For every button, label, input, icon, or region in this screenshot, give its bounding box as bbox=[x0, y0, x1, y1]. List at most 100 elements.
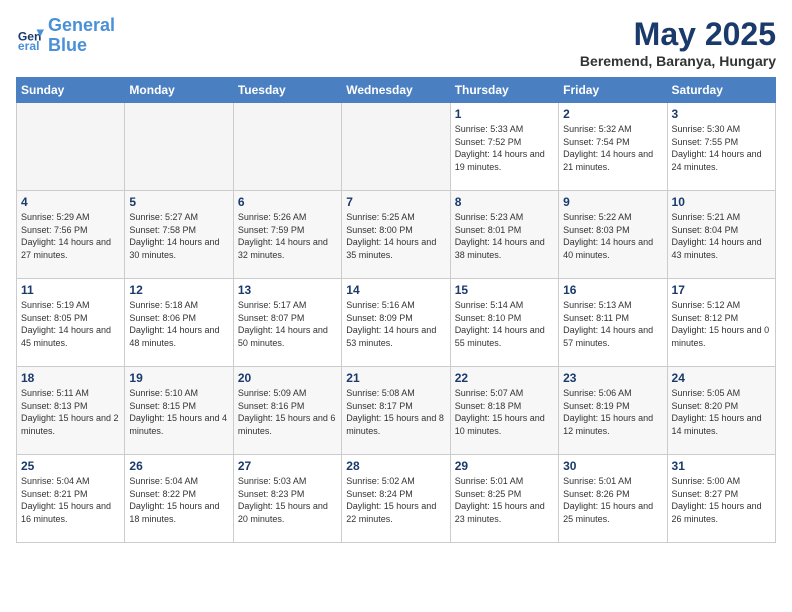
day-number: 16 bbox=[563, 283, 662, 297]
logo-icon: Gen eral bbox=[16, 22, 44, 50]
day-info: Sunrise: 5:04 AMSunset: 8:21 PMDaylight:… bbox=[21, 475, 120, 525]
day-cell: 30 Sunrise: 5:01 AMSunset: 8:26 PMDayligh… bbox=[559, 455, 667, 543]
day-cell: 19 Sunrise: 5:10 AMSunset: 8:15 PMDayligh… bbox=[125, 367, 233, 455]
day-info: Sunrise: 5:32 AMSunset: 7:54 PMDaylight:… bbox=[563, 123, 662, 173]
day-cell: 16 Sunrise: 5:13 AMSunset: 8:11 PMDayligh… bbox=[559, 279, 667, 367]
day-info: Sunrise: 5:13 AMSunset: 8:11 PMDaylight:… bbox=[563, 299, 662, 349]
day-number: 8 bbox=[455, 195, 554, 209]
day-cell: 28 Sunrise: 5:02 AMSunset: 8:24 PMDayligh… bbox=[342, 455, 450, 543]
day-number: 27 bbox=[238, 459, 337, 473]
svg-text:eral: eral bbox=[18, 39, 40, 50]
day-cell: 12 Sunrise: 5:18 AMSunset: 8:06 PMDayligh… bbox=[125, 279, 233, 367]
day-info: Sunrise: 5:18 AMSunset: 8:06 PMDaylight:… bbox=[129, 299, 228, 349]
day-cell: 29 Sunrise: 5:01 AMSunset: 8:25 PMDayligh… bbox=[450, 455, 558, 543]
location-title: Beremend, Baranya, Hungary bbox=[580, 53, 776, 69]
day-number: 29 bbox=[455, 459, 554, 473]
day-info: Sunrise: 5:23 AMSunset: 8:01 PMDaylight:… bbox=[455, 211, 554, 261]
day-cell: 18 Sunrise: 5:11 AMSunset: 8:13 PMDayligh… bbox=[17, 367, 125, 455]
day-number: 3 bbox=[672, 107, 771, 121]
day-info: Sunrise: 5:10 AMSunset: 8:15 PMDaylight:… bbox=[129, 387, 228, 437]
logo-text-line1: General bbox=[48, 16, 115, 36]
day-number: 12 bbox=[129, 283, 228, 297]
day-cell: 23Sunrise: 5:06 AMSunset: 8:19 PMDayligh… bbox=[559, 367, 667, 455]
day-info: Sunrise: 5:02 AMSunset: 8:24 PMDaylight:… bbox=[346, 475, 445, 525]
week-row-4: 18 Sunrise: 5:11 AMSunset: 8:13 PMDayligh… bbox=[17, 367, 776, 455]
day-number: 30 bbox=[563, 459, 662, 473]
page-header: Gen eral General Blue May 2025 Beremend,… bbox=[16, 16, 776, 69]
week-row-1: 1 Sunrise: 5:33 AMSunset: 7:52 PMDaylight… bbox=[17, 103, 776, 191]
week-row-2: 4Sunrise: 5:29 AMSunset: 7:56 PMDaylight… bbox=[17, 191, 776, 279]
week-row-5: 25 Sunrise: 5:04 AMSunset: 8:21 PMDayligh… bbox=[17, 455, 776, 543]
day-info: Sunrise: 5:06 AMSunset: 8:19 PMDaylight:… bbox=[563, 387, 662, 437]
day-info: Sunrise: 5:16 AMSunset: 8:09 PMDaylight:… bbox=[346, 299, 445, 349]
day-info: Sunrise: 5:22 AMSunset: 8:03 PMDaylight:… bbox=[563, 211, 662, 261]
day-cell: 6 Sunrise: 5:26 AMSunset: 7:59 PMDaylight… bbox=[233, 191, 341, 279]
day-cell: 31 Sunrise: 5:00 AMSunset: 8:27 PMDayligh… bbox=[667, 455, 775, 543]
day-cell: 25 Sunrise: 5:04 AMSunset: 8:21 PMDayligh… bbox=[17, 455, 125, 543]
day-cell: 15Sunrise: 5:14 AMSunset: 8:10 PMDayligh… bbox=[450, 279, 558, 367]
day-cell: 17Sunrise: 5:12 AMSunset: 8:12 PMDayligh… bbox=[667, 279, 775, 367]
logo-text-line2: Blue bbox=[48, 36, 115, 56]
title-block: May 2025 Beremend, Baranya, Hungary bbox=[580, 16, 776, 69]
day-cell: 26 Sunrise: 5:04 AMSunset: 8:22 PMDayligh… bbox=[125, 455, 233, 543]
header-sunday: Sunday bbox=[17, 78, 125, 103]
day-info: Sunrise: 5:01 AMSunset: 8:25 PMDaylight:… bbox=[455, 475, 554, 525]
header-friday: Friday bbox=[559, 78, 667, 103]
day-cell: 13Sunrise: 5:17 AMSunset: 8:07 PMDayligh… bbox=[233, 279, 341, 367]
day-number: 17 bbox=[672, 283, 771, 297]
calendar-header-row: SundayMondayTuesdayWednesdayThursdayFrid… bbox=[17, 78, 776, 103]
week-row-3: 11 Sunrise: 5:19 AMSunset: 8:05 PMDayligh… bbox=[17, 279, 776, 367]
logo: Gen eral General Blue bbox=[16, 16, 115, 56]
day-info: Sunrise: 5:08 AMSunset: 8:17 PMDaylight:… bbox=[346, 387, 445, 437]
day-info: Sunrise: 5:11 AMSunset: 8:13 PMDaylight:… bbox=[21, 387, 120, 437]
header-wednesday: Wednesday bbox=[342, 78, 450, 103]
day-number: 22 bbox=[455, 371, 554, 385]
day-number: 15 bbox=[455, 283, 554, 297]
day-cell: 2Sunrise: 5:32 AMSunset: 7:54 PMDaylight… bbox=[559, 103, 667, 191]
day-number: 25 bbox=[21, 459, 120, 473]
day-info: Sunrise: 5:00 AMSunset: 8:27 PMDaylight:… bbox=[672, 475, 771, 525]
day-number: 20 bbox=[238, 371, 337, 385]
day-number: 13 bbox=[238, 283, 337, 297]
day-number: 18 bbox=[21, 371, 120, 385]
day-cell: 24 Sunrise: 5:05 AMSunset: 8:20 PMDayligh… bbox=[667, 367, 775, 455]
day-number: 9 bbox=[563, 195, 662, 209]
day-cell: 20Sunrise: 5:09 AMSunset: 8:16 PMDayligh… bbox=[233, 367, 341, 455]
day-number: 31 bbox=[672, 459, 771, 473]
day-info: Sunrise: 5:26 AMSunset: 7:59 PMDaylight:… bbox=[238, 211, 337, 261]
header-saturday: Saturday bbox=[667, 78, 775, 103]
day-info: Sunrise: 5:01 AMSunset: 8:26 PMDaylight:… bbox=[563, 475, 662, 525]
day-info: Sunrise: 5:33 AMSunset: 7:52 PMDaylight:… bbox=[455, 123, 554, 173]
day-number: 26 bbox=[129, 459, 228, 473]
header-tuesday: Tuesday bbox=[233, 78, 341, 103]
day-cell bbox=[342, 103, 450, 191]
day-cell: 22 Sunrise: 5:07 AMSunset: 8:18 PMDayligh… bbox=[450, 367, 558, 455]
day-number: 21 bbox=[346, 371, 445, 385]
day-number: 6 bbox=[238, 195, 337, 209]
day-info: Sunrise: 5:07 AMSunset: 8:18 PMDaylight:… bbox=[455, 387, 554, 437]
day-info: Sunrise: 5:25 AMSunset: 8:00 PMDaylight:… bbox=[346, 211, 445, 261]
day-info: Sunrise: 5:04 AMSunset: 8:22 PMDaylight:… bbox=[129, 475, 228, 525]
day-cell bbox=[125, 103, 233, 191]
day-number: 24 bbox=[672, 371, 771, 385]
day-cell: 8 Sunrise: 5:23 AMSunset: 8:01 PMDaylight… bbox=[450, 191, 558, 279]
day-number: 7 bbox=[346, 195, 445, 209]
day-number: 5 bbox=[129, 195, 228, 209]
calendar-table: SundayMondayTuesdayWednesdayThursdayFrid… bbox=[16, 77, 776, 543]
day-info: Sunrise: 5:05 AMSunset: 8:20 PMDaylight:… bbox=[672, 387, 771, 437]
day-cell: 4Sunrise: 5:29 AMSunset: 7:56 PMDaylight… bbox=[17, 191, 125, 279]
day-cell bbox=[233, 103, 341, 191]
day-cell: 3Sunrise: 5:30 AMSunset: 7:55 PMDaylight… bbox=[667, 103, 775, 191]
day-info: Sunrise: 5:27 AMSunset: 7:58 PMDaylight:… bbox=[129, 211, 228, 261]
day-number: 11 bbox=[21, 283, 120, 297]
day-number: 1 bbox=[455, 107, 554, 121]
day-cell bbox=[17, 103, 125, 191]
day-info: Sunrise: 5:29 AMSunset: 7:56 PMDaylight:… bbox=[21, 211, 120, 261]
day-info: Sunrise: 5:21 AMSunset: 8:04 PMDaylight:… bbox=[672, 211, 771, 261]
day-cell: 1 Sunrise: 5:33 AMSunset: 7:52 PMDaylight… bbox=[450, 103, 558, 191]
day-cell: 10Sunrise: 5:21 AMSunset: 8:04 PMDayligh… bbox=[667, 191, 775, 279]
day-number: 28 bbox=[346, 459, 445, 473]
day-cell: 27Sunrise: 5:03 AMSunset: 8:23 PMDayligh… bbox=[233, 455, 341, 543]
day-number: 19 bbox=[129, 371, 228, 385]
day-info: Sunrise: 5:19 AMSunset: 8:05 PMDaylight:… bbox=[21, 299, 120, 349]
